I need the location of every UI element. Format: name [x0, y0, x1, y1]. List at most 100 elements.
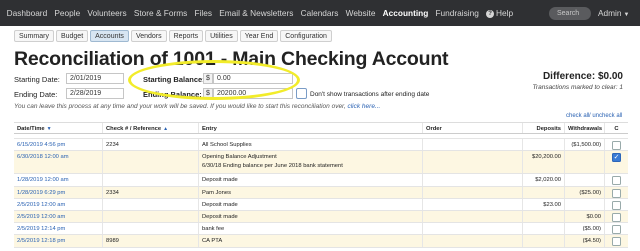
nav-item-calendars[interactable]: Calendars: [297, 8, 342, 18]
sort-icon: ▲: [163, 126, 169, 132]
entry-text: Deposit made: [202, 201, 238, 208]
header-date[interactable]: Date/Time ▼: [14, 123, 102, 133]
transactions-marked: Transactions marked to clear: 1: [532, 84, 623, 91]
entry-text: bank fee: [202, 226, 225, 233]
entry-cell: Deposit made: [198, 174, 422, 186]
cleared-checkbox[interactable]: [612, 237, 621, 247]
transaction-date-link[interactable]: 1/28/2019 6:29 pm: [14, 187, 102, 198]
header-withdrawals[interactable]: Withdrawals: [564, 123, 604, 134]
cleared-checkbox[interactable]: [612, 225, 621, 235]
deposit-amount: $20,200.00: [522, 151, 564, 174]
deposit-amount: [522, 210, 564, 223]
dont-show-label: Don't show transactions after ending dat…: [310, 91, 430, 98]
tab-year-end[interactable]: Year End: [239, 30, 279, 42]
tab-vendors[interactable]: Vendors: [130, 30, 167, 42]
transaction-date-link[interactable]: 6/30/2018 12:00 am: [14, 151, 102, 173]
withdrawal-amount: [564, 198, 604, 210]
table-row: 2/5/2019 12:18 pm 8989 CA PTA ($4.50): [14, 235, 628, 248]
tab-utilities[interactable]: Utilities: [205, 30, 238, 42]
header-check[interactable]: Check # / Reference ▲: [102, 123, 198, 134]
ending-balance-label: Ending Balance:: [143, 90, 202, 99]
entry-cell: All School Supplies: [198, 139, 422, 151]
check-reference: [102, 151, 198, 174]
withdrawal-amount: ($1,500.00): [564, 139, 604, 151]
uncheck-all-link[interactable]: / uncheck all: [589, 113, 622, 119]
tab-accounts[interactable]: Accounts: [90, 30, 129, 42]
withdrawal-amount: ($4.50): [564, 235, 604, 247]
cleared-checkbox[interactable]: [612, 200, 621, 210]
deposit-amount: [522, 223, 564, 235]
withdrawal-amount: $0.00: [564, 210, 604, 223]
check-reference: [102, 223, 198, 235]
nav-item-accounting[interactable]: Accounting: [379, 8, 432, 18]
transaction-date-link[interactable]: 2/5/2019 12:00 am: [14, 211, 102, 222]
entry-cell: bank fee: [198, 223, 422, 235]
transaction-date-link[interactable]: 6/15/2019 4:56 pm: [14, 139, 102, 150]
check-all-link[interactable]: check all: [566, 113, 589, 119]
tab-configuration[interactable]: Configuration: [280, 30, 332, 42]
tab-summary[interactable]: Summary: [14, 30, 54, 42]
order-cell: [422, 198, 522, 210]
nav-item-email-newsletters[interactable]: Email & Newsletters: [216, 8, 297, 18]
ending-date-field[interactable]: 2/28/2019: [66, 88, 124, 99]
entry-text: Opening Balance Adjustment: [202, 154, 277, 161]
cleared-checkbox[interactable]: [612, 176, 621, 186]
header-check-label: Check # / Reference: [106, 126, 162, 132]
header-entry[interactable]: Entry: [198, 123, 422, 134]
entry-cell: CA PTA: [198, 235, 422, 247]
nav-item-volunteers[interactable]: Volunteers: [84, 8, 130, 18]
table-row: 2/5/2019 12:00 am Deposit made $23.00: [14, 198, 628, 211]
nav-item-dashboard[interactable]: Dashboard: [3, 8, 51, 18]
transaction-date-link[interactable]: 2/5/2019 12:18 pm: [14, 235, 102, 246]
cleared-checkbox-checked[interactable]: ✓: [612, 153, 621, 163]
start-over-link[interactable]: click here...: [347, 103, 380, 110]
deposit-amount: [522, 235, 564, 247]
order-cell: [422, 235, 522, 247]
cleared-checkbox[interactable]: [612, 212, 621, 222]
nav-item-people[interactable]: People: [51, 8, 84, 18]
page-title: Reconciliation of 1001 - Main Checking A…: [14, 48, 449, 70]
tab-budget[interactable]: Budget: [55, 30, 89, 42]
table-row: 1/28/2019 6:29 pm 2334 Pam Jones ($25.00): [14, 186, 628, 199]
save-note-text: You can leave this process at any time a…: [14, 103, 346, 110]
header-deposits[interactable]: Deposits: [522, 123, 564, 134]
search-input[interactable]: Search: [549, 7, 591, 20]
table-header: Date/Time ▼ Check # / Reference ▲ Entry Or…: [14, 122, 628, 135]
nav-item-website[interactable]: Website: [342, 8, 379, 18]
check-reference: 8989: [102, 235, 198, 247]
nav-item-files[interactable]: Files: [191, 8, 216, 18]
transaction-date-link[interactable]: 2/5/2019 12:14 pm: [14, 223, 102, 234]
nav-menu: Dashboard People Volunteers Store & Forms Fi…: [0, 8, 482, 18]
table-row: 1/28/2019 12:00 am Deposit made $2,020.00: [14, 174, 628, 187]
starting-date-field[interactable]: 2/01/2019: [66, 73, 124, 84]
cleared-cell: [604, 198, 628, 210]
nav-item-fundraising[interactable]: Fundraising: [432, 8, 483, 18]
admin-label: Admin: [598, 8, 622, 18]
starting-balance-field[interactable]: 0.00: [213, 73, 293, 84]
entry-cell: Pam Jones: [198, 186, 422, 198]
header-cleared: C: [604, 123, 628, 134]
check-reference: [102, 198, 198, 210]
ending-date-label: Ending Date:: [14, 90, 58, 99]
currency-symbol: $: [203, 73, 213, 84]
ending-balance-field[interactable]: 20200.00: [213, 88, 293, 99]
dont-show-checkbox[interactable]: [296, 88, 307, 99]
cleared-checkbox[interactable]: [612, 188, 621, 198]
cleared-checkbox[interactable]: [612, 141, 621, 151]
tab-reports[interactable]: Reports: [168, 30, 204, 42]
nav-item-store-forms[interactable]: Store & Forms: [130, 8, 191, 18]
header-order[interactable]: Order: [422, 123, 522, 134]
table-row: 2/5/2019 12:00 am Deposit made $0.00: [14, 210, 628, 224]
entry-cell: Deposit made: [198, 210, 422, 223]
order-cell: [422, 223, 522, 235]
top-nav: Dashboard People Volunteers Store & Forms Fi…: [0, 0, 640, 26]
table-row: 2/5/2019 12:14 pm bank fee ($5.00): [14, 223, 628, 236]
admin-menu[interactable]: Admin ▼: [598, 8, 629, 18]
transactions-table: Date/Time ▼ Check # / Reference ▲ Entry Or…: [14, 122, 628, 248]
transaction-date-link[interactable]: 2/5/2019 12:00 am: [14, 199, 102, 210]
entry-text: CA PTA: [202, 238, 223, 245]
transaction-date-link[interactable]: 1/28/2019 12:00 am: [14, 174, 102, 185]
check-reference: 2234: [102, 139, 198, 151]
help-link[interactable]: ? Help: [482, 8, 516, 18]
order-cell: [422, 174, 522, 186]
